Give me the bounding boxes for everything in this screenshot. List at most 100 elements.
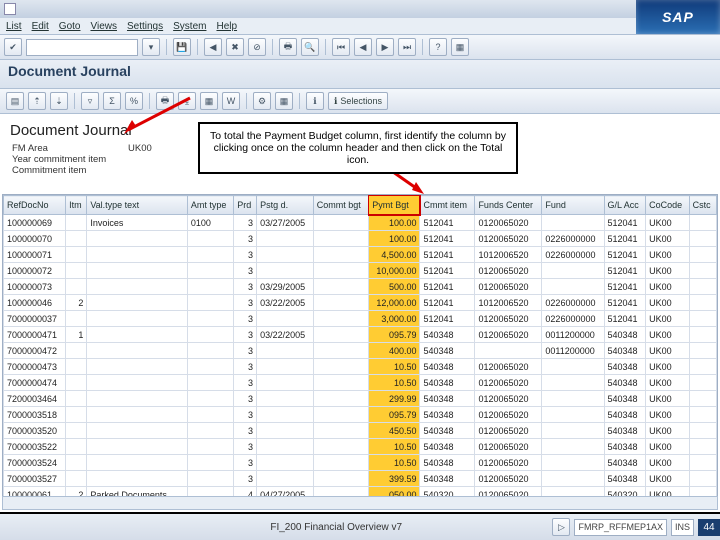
cell-c0: 7000003522 <box>4 439 66 455</box>
col-commtbgt[interactable]: Commt bgt <box>313 196 369 215</box>
cell-c10: 0226000000 <box>542 295 604 311</box>
status-nav-icon[interactable]: ▷ <box>552 518 570 536</box>
sap-logo: SAP <box>636 0 720 34</box>
table-row[interactable]: 70000035273399.595403480120065020540348U… <box>4 471 717 487</box>
menu-goto[interactable]: Goto <box>59 21 81 32</box>
sort-asc-icon[interactable]: ⇡ <box>28 92 46 110</box>
details-icon[interactable]: ▤ <box>6 92 24 110</box>
table-row[interactable]: 70000004711303/22/2005095.79540348012006… <box>4 327 717 343</box>
cell-c2 <box>87 391 188 407</box>
prev-page-icon[interactable]: ◀ <box>354 38 372 56</box>
find-icon[interactable]: 🔍 <box>301 38 319 56</box>
col-amttype[interactable]: Amt type <box>187 196 233 215</box>
col-cocode[interactable]: CoCode <box>646 196 690 215</box>
cell-c11: 540348 <box>604 455 646 471</box>
col-pstgd[interactable]: Pstg d. <box>257 196 314 215</box>
table-row[interactable]: 700000003733,000.00512041012006502002260… <box>4 311 717 327</box>
cell-c9: 0120065020 <box>475 407 542 423</box>
cell-c12: UK00 <box>646 359 690 375</box>
menu-edit[interactable]: Edit <box>32 21 49 32</box>
cell-c8: 512041 <box>420 263 475 279</box>
col-itm[interactable]: Itm <box>66 196 87 215</box>
word-icon[interactable]: W <box>222 92 240 110</box>
dropdown-icon[interactable]: ▾ <box>142 38 160 56</box>
selections-button[interactable]: ℹSelections <box>328 92 388 110</box>
menu-views[interactable]: Views <box>90 21 117 32</box>
layout-change-icon[interactable]: ⚙ <box>253 92 271 110</box>
excel-icon[interactable]: ▦ <box>200 92 218 110</box>
cell-c6 <box>313 439 369 455</box>
col-valtype[interactable]: Val.type text <box>87 196 188 215</box>
subtotal-icon[interactable]: % <box>125 92 143 110</box>
first-page-icon[interactable]: ⏮ <box>332 38 350 56</box>
cancel-icon[interactable]: ⊘ <box>248 38 266 56</box>
menu-system[interactable]: System <box>173 21 206 32</box>
back-icon[interactable]: ◀ <box>204 38 222 56</box>
cell-c1 <box>66 247 87 263</box>
horizontal-scrollbar[interactable] <box>2 496 718 510</box>
table-row[interactable]: 70000004723400.005403480011200000540348U… <box>4 343 717 359</box>
layout-icon[interactable]: ▦ <box>451 38 469 56</box>
cell-c13 <box>689 407 716 423</box>
layout-save-icon[interactable]: ▦ <box>275 92 293 110</box>
table-row[interactable]: 7000000473310.505403480120065020540348UK… <box>4 359 717 375</box>
col-prd[interactable]: Prd <box>234 196 257 215</box>
next-page-icon[interactable]: ▶ <box>376 38 394 56</box>
last-page-icon[interactable]: ⏭ <box>398 38 416 56</box>
col-pymtbgt[interactable]: Pymt Bgt <box>369 196 420 215</box>
col-fund[interactable]: Fund <box>542 196 604 215</box>
help-icon[interactable]: ? <box>429 38 447 56</box>
table-row[interactable]: 7000003524310.505403480120065020540348UK… <box>4 455 717 471</box>
cell-c3 <box>187 263 233 279</box>
cell-c0: 7000003524 <box>4 455 66 471</box>
cell-c0: 7000000471 <box>4 327 66 343</box>
table-row[interactable]: 7000003522310.505403480120065020540348UK… <box>4 439 717 455</box>
table-row[interactable]: 70000035203450.505403480120065020540348U… <box>4 423 717 439</box>
table-row[interactable]: 1000000462303/22/200512,000.005120411012… <box>4 295 717 311</box>
print-preview-icon[interactable]: 🖶 <box>156 92 174 110</box>
cell-c11: 540348 <box>604 343 646 359</box>
export-icon[interactable]: ⤓ <box>178 92 196 110</box>
col-cstc[interactable]: Cstc <box>689 196 716 215</box>
cell-c3 <box>187 439 233 455</box>
cell-c0: 7000003518 <box>4 407 66 423</box>
cell-c4: 3 <box>234 215 257 231</box>
table-row[interactable]: 7000000474310.505403480120065020540348UK… <box>4 375 717 391</box>
command-field[interactable] <box>26 39 138 56</box>
menu-help[interactable]: Help <box>216 21 237 32</box>
table-row[interactable]: 72000034643299.995403480120065020540348U… <box>4 391 717 407</box>
exit-icon[interactable]: ✖ <box>226 38 244 56</box>
table-row[interactable]: 100000072310,000.00512041012006502051204… <box>4 263 717 279</box>
save-icon[interactable]: 💾 <box>173 38 191 56</box>
menu-list[interactable]: List <box>6 21 22 32</box>
col-glacc[interactable]: G/L Acc <box>604 196 646 215</box>
cell-c8: 512041 <box>420 231 475 247</box>
col-refdocno[interactable]: RefDocNo <box>4 196 66 215</box>
enter-icon[interactable]: ✔ <box>4 38 22 56</box>
table-row[interactable]: 100000069Invoices0100303/27/2005100.0051… <box>4 215 717 231</box>
total-icon[interactable]: Σ <box>103 92 121 110</box>
info-icon[interactable]: ℹ <box>306 92 324 110</box>
table-row[interactable]: 70000035183095.795403480120065020540348U… <box>4 407 717 423</box>
cell-c4: 3 <box>234 375 257 391</box>
print-icon[interactable]: 🖶 <box>279 38 297 56</box>
sort-desc-icon[interactable]: ⇣ <box>50 92 68 110</box>
cell-c5 <box>257 231 314 247</box>
cell-c5 <box>257 423 314 439</box>
table-row[interactable]: 10000007134,500.005120411012006520022600… <box>4 247 717 263</box>
cell-c1 <box>66 263 87 279</box>
cell-c6 <box>313 391 369 407</box>
cell-c0: 7000003527 <box>4 471 66 487</box>
cell-c0: 100000046 <box>4 295 66 311</box>
table-row[interactable]: 100000073303/29/2005500.0051204101200650… <box>4 279 717 295</box>
cell-c10: 0226000000 <box>542 231 604 247</box>
col-fundscenter[interactable]: Funds Center <box>475 196 542 215</box>
alv-grid[interactable]: RefDocNo Itm Val.type text Amt type Prd … <box>2 194 718 510</box>
cell-c2 <box>87 263 188 279</box>
filter-icon[interactable]: ▿ <box>81 92 99 110</box>
cell-c7: 10.50 <box>369 375 420 391</box>
table-row[interactable]: 1000000703100.00512041012006502002260000… <box>4 231 717 247</box>
col-cmmtitem[interactable]: Cmmt item <box>420 196 475 215</box>
cell-c5: 03/27/2005 <box>257 215 314 231</box>
menu-settings[interactable]: Settings <box>127 21 163 32</box>
